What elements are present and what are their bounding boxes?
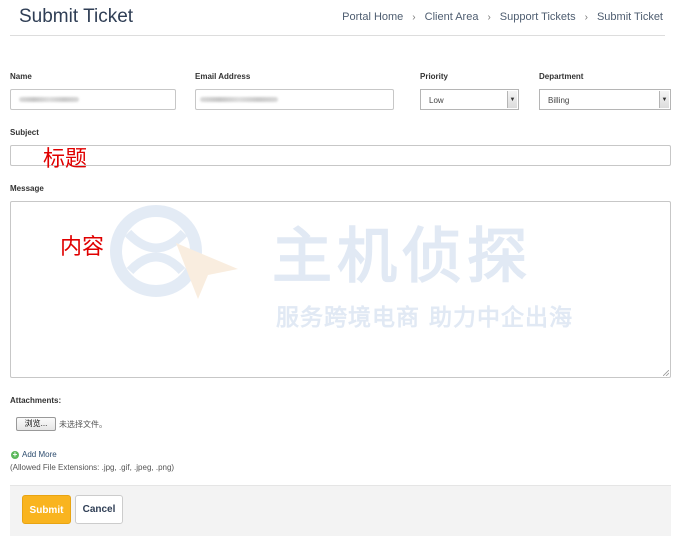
chevron-down-icon: ▼ <box>507 91 517 108</box>
add-more-link[interactable]: + Add More <box>11 450 57 459</box>
browse-button[interactable]: 浏览... <box>16 417 56 431</box>
watermark-brand: 主机侦探 <box>272 222 532 292</box>
attachments-label: Attachments: <box>10 396 62 405</box>
name-label: Name <box>10 72 32 81</box>
priority-label: Priority <box>420 72 449 81</box>
department-value: Billing <box>548 96 570 105</box>
subject-annotation: 标题 <box>43 147 88 172</box>
cancel-button[interactable]: Cancel <box>75 495 123 524</box>
department-label: Department <box>539 72 584 81</box>
chevron-right-icon: › <box>487 11 491 23</box>
breadcrumb-submit-ticket: Submit Ticket <box>596 11 663 23</box>
no-file-text: 未选择文件。 <box>59 420 107 429</box>
chevron-down-icon: ▼ <box>659 91 669 108</box>
chevron-right-icon: › <box>584 11 588 23</box>
email-field[interactable] <box>195 89 394 110</box>
watermark-slogan: 服务跨境电商 助力中企出海 <box>276 305 574 331</box>
chevron-right-icon: › <box>412 11 416 23</box>
message-annotation: 内容 <box>60 235 105 260</box>
resize-handle-icon[interactable] <box>663 370 669 376</box>
priority-value: Low <box>429 96 444 105</box>
submit-button[interactable]: Submit <box>22 495 71 524</box>
allowed-extensions: (Allowed File Extensions: .jpg, .gif, .j… <box>10 463 175 472</box>
name-value-redacted <box>19 97 79 102</box>
name-field[interactable] <box>10 89 176 110</box>
breadcrumb-portal-home[interactable]: Portal Home <box>342 11 403 23</box>
header-divider <box>10 35 665 36</box>
breadcrumb-client-area[interactable]: Client Area <box>425 11 479 23</box>
breadcrumb: Portal Home › Client Area › Support Tick… <box>342 11 663 23</box>
add-more-label: Add More <box>22 450 57 459</box>
breadcrumb-support-tickets[interactable]: Support Tickets <box>500 11 576 23</box>
department-select[interactable]: Billing ▼ <box>539 89 671 110</box>
message-label: Message <box>10 184 44 193</box>
subject-label: Subject <box>10 128 39 137</box>
subject-field[interactable] <box>10 145 671 166</box>
plus-circle-icon: + <box>11 449 19 459</box>
page-title: Submit Ticket <box>19 6 134 27</box>
email-label: Email Address <box>195 72 251 81</box>
watermark-logo-icon <box>110 205 238 299</box>
priority-select[interactable]: Low ▼ <box>420 89 519 110</box>
email-value-redacted <box>200 97 278 102</box>
